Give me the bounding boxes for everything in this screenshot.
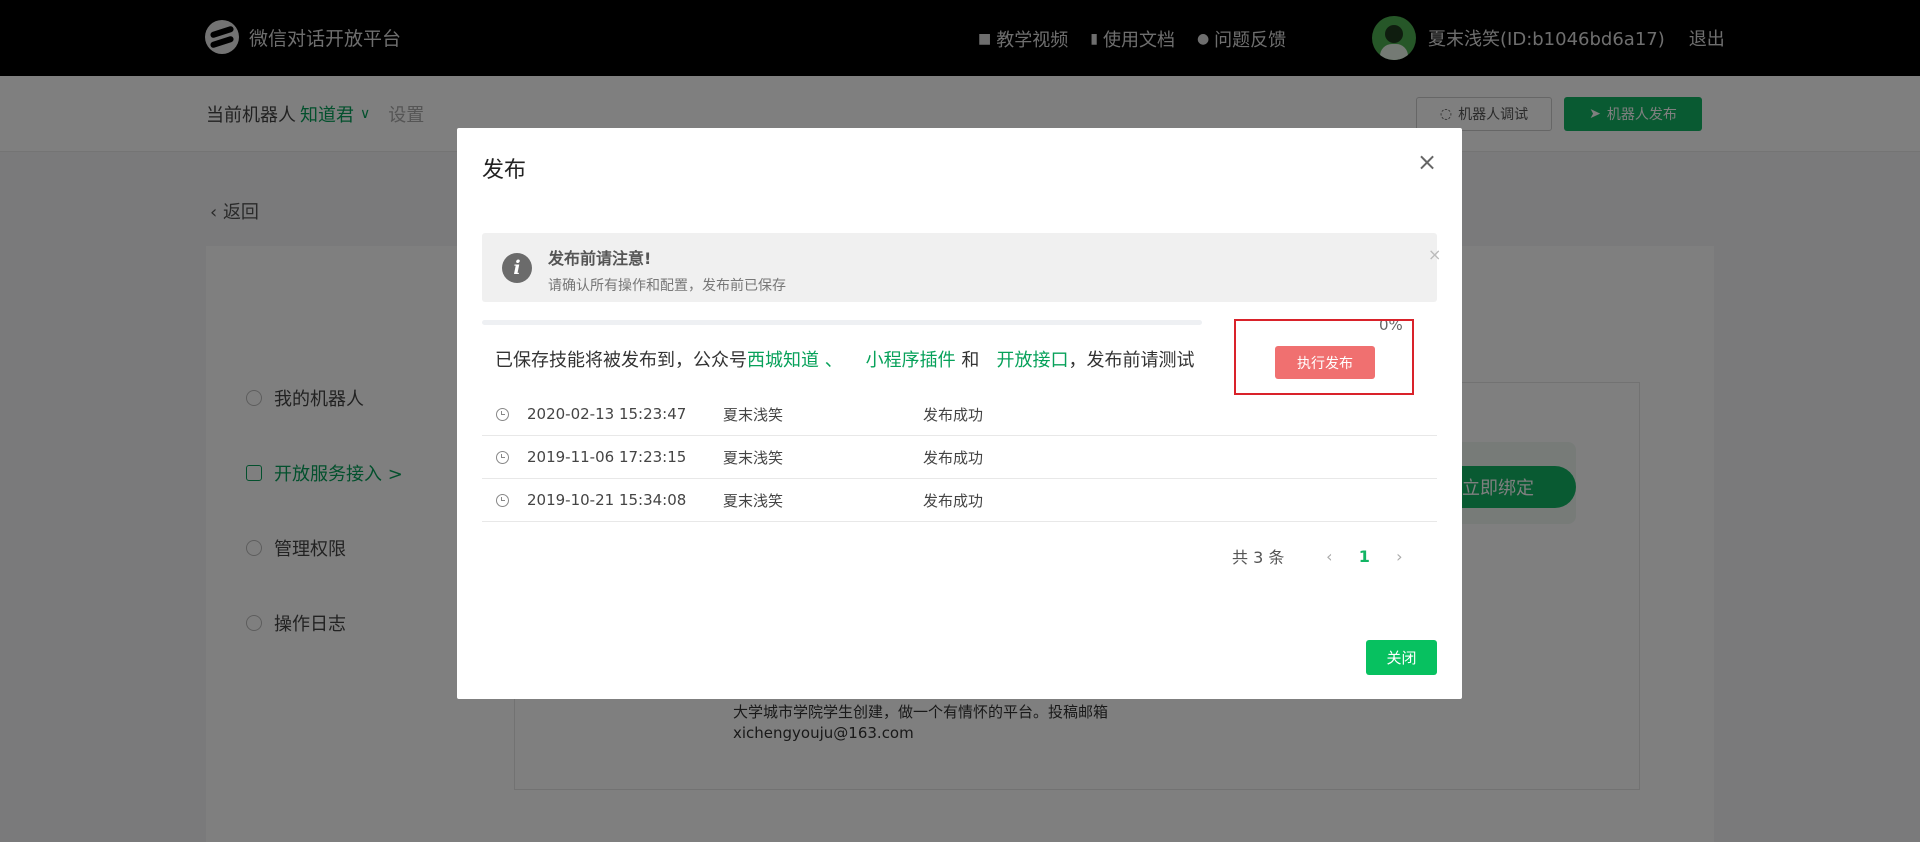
notice-alert: i 发布前请注意! 请确认所有操作和配置，发布前已保存 × — [482, 233, 1441, 302]
history-status: 发布成功 — [923, 491, 984, 510]
list-item: 2019-11-06 17:23:15 夏末浅笑 发布成功 — [482, 436, 1437, 479]
info-icon: i — [502, 253, 532, 283]
publish-history-list: 2020-02-13 15:23:47 夏末浅笑 发布成功 2019-11-06… — [482, 393, 1437, 522]
and-text: 和 — [955, 350, 980, 371]
publish-progress-bar — [482, 320, 1202, 325]
list-item: 2019-10-21 15:34:08 夏末浅笑 发布成功 — [482, 479, 1437, 522]
target-mini-program-plugin[interactable]: 小程序插件 — [866, 350, 956, 371]
target-official-account[interactable]: 西城知道 — [747, 350, 819, 371]
notice-title: 发布前请注意! — [548, 249, 652, 268]
page-number[interactable]: 1 — [1344, 547, 1384, 566]
chevron-right-icon[interactable]: › — [1384, 547, 1414, 566]
publish-suffix: ，发布前请测试 — [1068, 350, 1195, 371]
history-time: 2019-11-06 17:23:15 — [527, 448, 687, 466]
close-icon[interactable]: × — [1417, 150, 1437, 174]
history-status: 发布成功 — [923, 405, 984, 424]
pagination-total: 共 3 条 — [1232, 548, 1285, 567]
history-time: 2020-02-13 15:23:47 — [527, 405, 687, 423]
publish-modal: 发布 × i 发布前请注意! 请确认所有操作和配置，发布前已保存 × 0% 已保… — [457, 128, 1462, 699]
clock-icon — [496, 407, 509, 421]
publish-prefix: 已保存技能将被发布到，公众号 — [495, 350, 747, 371]
history-user: 夏末浅笑 — [723, 405, 784, 424]
notice-text: 请确认所有操作和配置，发布前已保存 — [548, 278, 786, 294]
execute-publish-button[interactable]: 执行发布 — [1275, 346, 1375, 379]
history-time: 2019-10-21 15:34:08 — [527, 491, 687, 509]
target-open-api[interactable]: 开放接口 — [997, 350, 1069, 371]
publish-targets-text: 已保存技能将被发布到，公众号西城知道 、 小程序插件 和 开放接口，发布前请测试 — [495, 346, 1195, 372]
close-button[interactable]: 关闭 — [1366, 640, 1437, 675]
modal-title: 发布 — [482, 158, 527, 183]
notice-close-icon[interactable]: × — [1428, 245, 1441, 264]
list-item: 2020-02-13 15:23:47 夏末浅笑 发布成功 — [482, 393, 1437, 436]
history-user: 夏末浅笑 — [723, 448, 784, 467]
clock-icon — [496, 493, 509, 507]
clock-icon — [496, 450, 509, 464]
history-status: 发布成功 — [923, 448, 984, 467]
history-user: 夏末浅笑 — [723, 491, 784, 510]
separator: 、 — [819, 350, 843, 371]
pagination: 共 3 条 ‹ 1 › — [1232, 544, 1414, 568]
chevron-left-icon[interactable]: ‹ — [1314, 547, 1344, 566]
